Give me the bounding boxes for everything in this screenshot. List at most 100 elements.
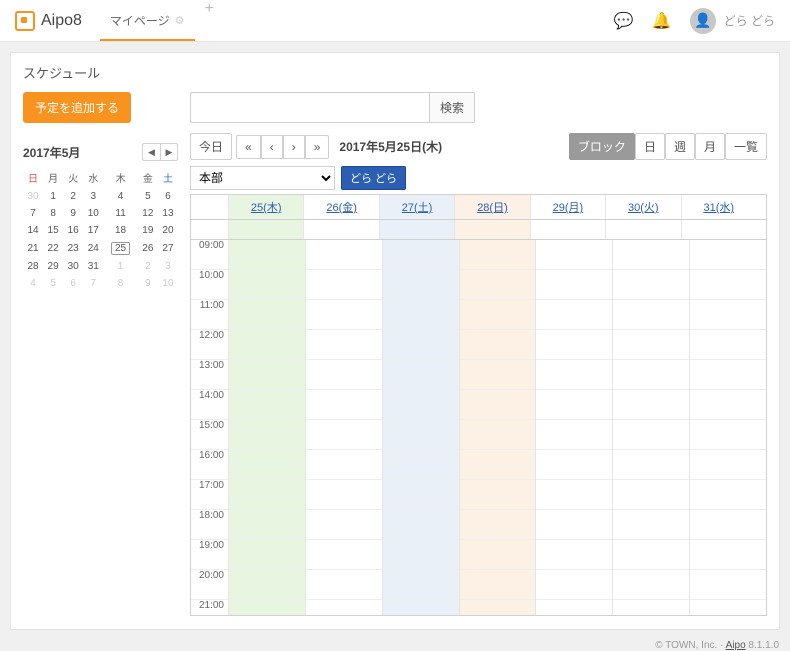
hour-cell[interactable] xyxy=(536,270,612,300)
allday-cell[interactable] xyxy=(682,220,756,239)
hour-cell[interactable] xyxy=(460,270,536,300)
hour-cell[interactable] xyxy=(536,480,612,510)
user-filter-badge[interactable]: どら どら xyxy=(341,166,406,190)
mini-cal-day[interactable]: 4 xyxy=(23,275,43,292)
hour-cell[interactable] xyxy=(690,270,766,300)
hour-cell[interactable] xyxy=(229,510,305,540)
day-column[interactable] xyxy=(613,240,690,615)
hour-cell[interactable] xyxy=(536,600,612,615)
mini-cal-day[interactable]: 9 xyxy=(63,205,83,222)
hour-cell[interactable] xyxy=(613,270,689,300)
mini-cal-day[interactable]: 13 xyxy=(158,205,178,222)
mini-cal-day[interactable]: 28 xyxy=(23,258,43,275)
hour-cell[interactable] xyxy=(306,510,382,540)
hour-cell[interactable] xyxy=(460,360,536,390)
hour-cell[interactable] xyxy=(383,240,459,270)
hour-cell[interactable] xyxy=(383,600,459,615)
schedule-grid-body[interactable]: 09:0010:0011:0012:0013:0014:0015:0016:00… xyxy=(191,240,766,615)
hour-cell[interactable] xyxy=(306,570,382,600)
nav-last-button[interactable]: » xyxy=(305,135,330,159)
add-schedule-button[interactable]: 予定を追加する xyxy=(23,92,131,123)
nav-first-button[interactable]: « xyxy=(236,135,261,159)
user-menu[interactable]: 👤 どら どら xyxy=(690,8,775,34)
hour-cell[interactable] xyxy=(460,570,536,600)
tab-add-icon[interactable]: + xyxy=(195,0,224,41)
mini-cal-day[interactable]: 7 xyxy=(83,275,103,292)
mini-cal-day[interactable]: 30 xyxy=(23,188,43,205)
hour-cell[interactable] xyxy=(613,300,689,330)
hour-cell[interactable] xyxy=(229,270,305,300)
day-header[interactable]: 27(土) xyxy=(380,195,455,219)
hour-cell[interactable] xyxy=(383,570,459,600)
hour-cell[interactable] xyxy=(229,300,305,330)
hour-cell[interactable] xyxy=(690,600,766,615)
hour-cell[interactable] xyxy=(536,540,612,570)
hour-cell[interactable] xyxy=(460,390,536,420)
mini-cal-day[interactable]: 8 xyxy=(103,275,138,292)
hour-cell[interactable] xyxy=(690,390,766,420)
view-block-button[interactable]: ブロック xyxy=(569,133,635,160)
allday-cell[interactable] xyxy=(455,220,530,239)
hour-cell[interactable] xyxy=(306,600,382,615)
hour-cell[interactable] xyxy=(690,450,766,480)
hour-cell[interactable] xyxy=(306,300,382,330)
app-logo[interactable]: Aipo8 xyxy=(15,11,82,31)
day-header[interactable]: 29(月) xyxy=(531,195,606,219)
hour-cell[interactable] xyxy=(536,240,612,270)
mini-cal-day[interactable]: 9 xyxy=(138,275,158,292)
mini-cal-day[interactable]: 30 xyxy=(63,258,83,275)
hour-cell[interactable] xyxy=(690,420,766,450)
hour-cell[interactable] xyxy=(613,330,689,360)
hour-cell[interactable] xyxy=(306,540,382,570)
allday-cell[interactable] xyxy=(606,220,681,239)
mini-cal-prev[interactable]: ◀ xyxy=(142,143,160,161)
mini-cal-day[interactable]: 3 xyxy=(158,258,178,275)
hour-cell[interactable] xyxy=(229,540,305,570)
hour-cell[interactable] xyxy=(690,300,766,330)
hour-cell[interactable] xyxy=(383,450,459,480)
mini-cal-day[interactable]: 18 xyxy=(103,222,138,239)
day-column[interactable] xyxy=(536,240,613,615)
day-header[interactable]: 28(日) xyxy=(455,195,530,219)
today-button[interactable]: 今日 xyxy=(190,133,232,160)
mini-cal-next[interactable]: ▶ xyxy=(160,143,178,161)
hour-cell[interactable] xyxy=(690,360,766,390)
mini-cal-day[interactable]: 10 xyxy=(158,275,178,292)
hour-cell[interactable] xyxy=(460,330,536,360)
hour-cell[interactable] xyxy=(383,300,459,330)
mini-cal-day[interactable]: 1 xyxy=(103,258,138,275)
hour-cell[interactable] xyxy=(460,540,536,570)
day-header[interactable]: 31(水) xyxy=(682,195,756,219)
hour-cell[interactable] xyxy=(460,450,536,480)
hour-cell[interactable] xyxy=(613,390,689,420)
allday-cell[interactable] xyxy=(531,220,606,239)
hour-cell[interactable] xyxy=(613,600,689,615)
day-header[interactable]: 25(木) xyxy=(229,195,304,219)
mini-cal-day[interactable]: 2 xyxy=(138,258,158,275)
nav-prev-button[interactable]: ‹ xyxy=(261,135,283,159)
mini-cal-day[interactable]: 17 xyxy=(83,222,103,239)
mini-cal-day[interactable]: 14 xyxy=(23,222,43,239)
hour-cell[interactable] xyxy=(690,510,766,540)
mini-cal-day[interactable]: 12 xyxy=(138,205,158,222)
hour-cell[interactable] xyxy=(306,480,382,510)
day-header[interactable]: 30(火) xyxy=(606,195,681,219)
hour-cell[interactable] xyxy=(536,450,612,480)
hour-cell[interactable] xyxy=(306,390,382,420)
hour-cell[interactable] xyxy=(229,480,305,510)
mini-cal-day[interactable]: 3 xyxy=(83,188,103,205)
hour-cell[interactable] xyxy=(690,570,766,600)
view-day-button[interactable]: 日 xyxy=(635,133,665,160)
mini-cal-day[interactable]: 10 xyxy=(83,205,103,222)
mini-cal-day[interactable]: 11 xyxy=(103,205,138,222)
hour-cell[interactable] xyxy=(229,330,305,360)
hour-cell[interactable] xyxy=(383,480,459,510)
mini-cal-day[interactable]: 27 xyxy=(158,239,178,258)
hour-cell[interactable] xyxy=(383,390,459,420)
bell-icon[interactable]: 🔔 xyxy=(652,11,672,31)
mini-cal-day[interactable]: 15 xyxy=(43,222,63,239)
hour-cell[interactable] xyxy=(536,570,612,600)
hour-cell[interactable] xyxy=(229,570,305,600)
chat-icon[interactable]: 💬 xyxy=(614,11,634,31)
mini-cal-day[interactable]: 6 xyxy=(158,188,178,205)
